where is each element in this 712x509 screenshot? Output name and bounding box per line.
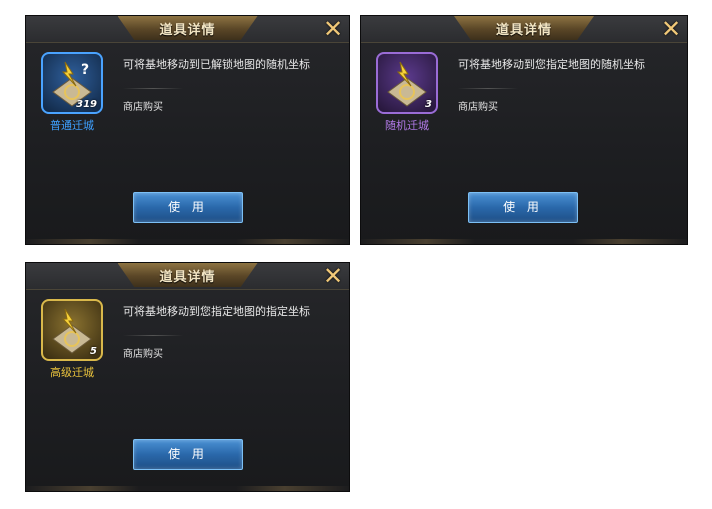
dialog-title: 道具详情 — [159, 270, 216, 285]
relocate-item-icon: 3 — [376, 52, 438, 114]
item-source: 商店购买 — [458, 102, 498, 113]
close-icon[interactable]: ✕ — [321, 264, 345, 288]
svg-text:?: ? — [81, 62, 89, 78]
dialog-titlebar: 道具详情 ✕ — [361, 16, 687, 43]
divider — [458, 88, 518, 89]
item-detail-dialog-2: 道具详情 ✕ 3 随机迁城 可将基地移动到您指定地图的随机坐标 商店购买 使 用 — [360, 15, 688, 245]
item-detail-dialog-3: 道具详情 ✕ 5 高级迁城 可将基地移动到您指定地图的指定坐标 商店购买 使 用 — [25, 262, 350, 492]
close-icon[interactable]: ✕ — [321, 17, 345, 41]
item-name: 高级迁城 — [50, 366, 94, 379]
divider — [123, 335, 183, 336]
use-button[interactable]: 使 用 — [133, 192, 243, 223]
item-description: 可将基地移动到已解锁地图的随机坐标 — [123, 58, 310, 71]
divider — [123, 88, 183, 89]
dialog-titlebar: 道具详情 ✕ — [26, 263, 349, 290]
item-count: 3 — [425, 99, 432, 110]
dialog-title: 道具详情 — [495, 23, 553, 38]
use-button[interactable]: 使 用 — [468, 192, 578, 223]
item-count: 5 — [90, 346, 97, 357]
item-source: 商店购买 — [123, 102, 163, 113]
relocate-item-icon: ? 319 — [41, 52, 103, 114]
bottom-trim — [26, 239, 349, 244]
item-count: 319 — [76, 99, 97, 110]
item-description: 可将基地移动到您指定地图的指定坐标 — [123, 305, 310, 318]
bottom-trim — [361, 239, 687, 244]
use-button[interactable]: 使 用 — [133, 439, 243, 470]
close-icon[interactable]: ✕ — [659, 17, 683, 41]
bottom-trim — [26, 486, 349, 491]
item-name: 随机迁城 — [385, 119, 429, 132]
item-source: 商店购买 — [123, 349, 163, 360]
dialog-titlebar: 道具详情 ✕ — [26, 16, 349, 43]
relocate-item-icon: 5 — [41, 299, 103, 361]
item-description: 可将基地移动到您指定地图的随机坐标 — [458, 58, 645, 71]
dialog-title: 道具详情 — [159, 23, 216, 38]
item-name: 普通迁城 — [50, 119, 94, 132]
item-detail-dialog-1: 道具详情 ✕ ? 319 普通迁城 可将基地移动到已解锁地图的随机坐标 商店购买… — [25, 15, 350, 245]
